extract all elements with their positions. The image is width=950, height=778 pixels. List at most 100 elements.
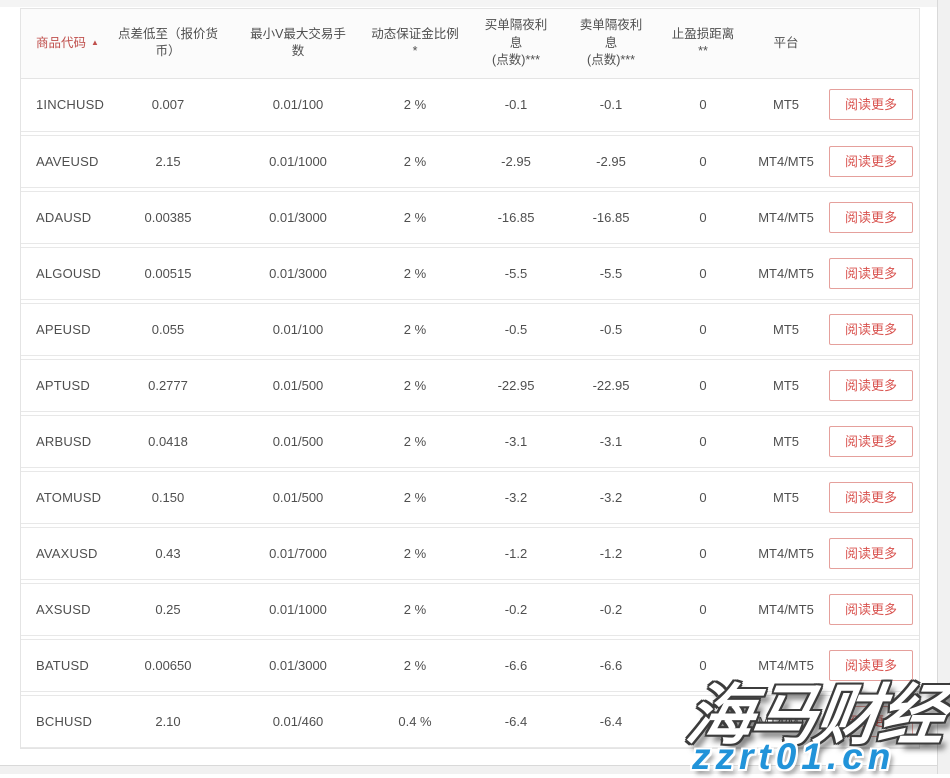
cell-buy-swap: -6.6: [467, 658, 565, 673]
watermark-site-url: zzrt01.cn: [692, 736, 895, 778]
cell-sell-swap: -0.5: [565, 322, 657, 337]
cell-platform: MT5: [749, 97, 823, 112]
cell-symbol: BCHUSD: [21, 714, 103, 729]
read-more-button[interactable]: 阅读更多: [829, 89, 913, 120]
column-header-platform: 平台: [749, 35, 823, 53]
cell-platform: MT4/MT5: [749, 154, 823, 169]
cell-buy-swap: -0.5: [467, 322, 565, 337]
cell-margin: 2 %: [363, 546, 467, 561]
cell-sell-swap: -5.5: [565, 266, 657, 281]
read-more-button[interactable]: 阅读更多: [829, 146, 913, 177]
cell-buy-swap: -3.2: [467, 490, 565, 505]
table-row: AAVEUSD 2.15 0.01/1000 2 % -2.95 -2.95 0…: [21, 135, 919, 188]
cell-lots: 0.01/500: [233, 378, 363, 393]
cell-symbol: BATUSD: [21, 658, 103, 673]
cell-buy-swap: -2.95: [467, 154, 565, 169]
table-row: AXSUSD 0.25 0.01/1000 2 % -0.2 -0.2 0 MT…: [21, 583, 919, 636]
cell-symbol: 1INCHUSD: [21, 97, 103, 112]
cell-platform: MT4/MT5: [749, 210, 823, 225]
read-more-button[interactable]: 阅读更多: [829, 426, 913, 457]
cell-lots: 0.01/3000: [233, 658, 363, 673]
cell-lots: 0.01/500: [233, 490, 363, 505]
cell-platform: MT4/MT5: [749, 266, 823, 281]
cell-sell-swap: -0.1: [565, 97, 657, 112]
column-header-lots: 最小V最大交易手 数: [233, 26, 363, 61]
table-row: 1INCHUSD 0.007 0.01/100 2 % -0.1 -0.1 0 …: [21, 79, 919, 132]
cell-lots: 0.01/100: [233, 322, 363, 337]
instruments-table: 商品代码▲ 点差低至（报价货 币） 最小V最大交易手 数 动态保证金比例 * 买…: [20, 8, 920, 749]
cell-sell-swap: -6.6: [565, 658, 657, 673]
read-more-button[interactable]: 阅读更多: [829, 482, 913, 513]
table-row: AVAXUSD 0.43 0.01/7000 2 % -1.2 -1.2 0 M…: [21, 527, 919, 580]
cell-sl-distance: 0: [657, 97, 749, 112]
read-more-button[interactable]: 阅读更多: [829, 538, 913, 569]
cell-margin: 0.4 %: [363, 714, 467, 729]
cell-buy-swap: -1.2: [467, 546, 565, 561]
cell-margin: 2 %: [363, 210, 467, 225]
cell-lots: 0.01/7000: [233, 546, 363, 561]
read-more-button[interactable]: 阅读更多: [829, 594, 913, 625]
sort-asc-icon: ▲: [91, 38, 99, 47]
cell-margin: 2 %: [363, 658, 467, 673]
cell-sl-distance: 0: [657, 266, 749, 281]
column-header-sell-swap: 卖单隔夜利 息 (点数)***: [565, 17, 657, 70]
cell-platform: MT5: [749, 322, 823, 337]
table-row: ADAUSD 0.00385 0.01/3000 2 % -16.85 -16.…: [21, 191, 919, 244]
column-header-symbol-label: 商品代码: [36, 36, 86, 50]
cell-spread: 0.2777: [103, 378, 233, 393]
table-body: 1INCHUSD 0.007 0.01/100 2 % -0.1 -0.1 0 …: [21, 79, 919, 748]
column-header-symbol[interactable]: 商品代码 ▲: [21, 35, 103, 53]
cell-sl-distance: 0: [657, 210, 749, 225]
cell-symbol: ALGOUSD: [21, 266, 103, 281]
cell-sl-distance: 0: [657, 434, 749, 449]
read-more-button[interactable]: 阅读更多: [829, 370, 913, 401]
cell-margin: 2 %: [363, 322, 467, 337]
cell-margin: 2 %: [363, 378, 467, 393]
table-row: ARBUSD 0.0418 0.01/500 2 % -3.1 -3.1 0 M…: [21, 415, 919, 468]
cell-spread: 0.00385: [103, 210, 233, 225]
cell-spread: 2.10: [103, 714, 233, 729]
cell-sl-distance: 0: [657, 378, 749, 393]
cell-sl-distance: 0: [657, 154, 749, 169]
cell-buy-swap: -22.95: [467, 378, 565, 393]
cell-lots: 0.01/1000: [233, 154, 363, 169]
vertical-scrollbar[interactable]: [937, 0, 950, 774]
cell-sl-distance: 0: [657, 546, 749, 561]
cell-margin: 2 %: [363, 266, 467, 281]
cell-sell-swap: -3.1: [565, 434, 657, 449]
cell-symbol: AVAXUSD: [21, 546, 103, 561]
cell-sell-swap: -3.2: [565, 490, 657, 505]
page-top-divider: [0, 0, 950, 7]
cell-lots: 0.01/500: [233, 434, 363, 449]
cell-buy-swap: -0.2: [467, 602, 565, 617]
cell-lots: 0.01/460: [233, 714, 363, 729]
cell-spread: 0.055: [103, 322, 233, 337]
column-header-margin: 动态保证金比例 *: [363, 26, 467, 61]
cell-buy-swap: -16.85: [467, 210, 565, 225]
cell-spread: 0.00650: [103, 658, 233, 673]
column-header-sl-distance: 止盈损距离 **: [657, 26, 749, 61]
cell-sell-swap: -22.95: [565, 378, 657, 393]
cell-buy-swap: -5.5: [467, 266, 565, 281]
cell-spread: 0.007: [103, 97, 233, 112]
cell-spread: 0.25: [103, 602, 233, 617]
cell-spread: 0.0418: [103, 434, 233, 449]
cell-sell-swap: -6.4: [565, 714, 657, 729]
read-more-button[interactable]: 阅读更多: [829, 314, 913, 345]
cell-sell-swap: -2.95: [565, 154, 657, 169]
read-more-button[interactable]: 阅读更多: [829, 258, 913, 289]
read-more-button[interactable]: 阅读更多: [829, 202, 913, 233]
cell-margin: 2 %: [363, 154, 467, 169]
cell-margin: 2 %: [363, 97, 467, 112]
cell-symbol: ARBUSD: [21, 434, 103, 449]
cell-platform: MT4/MT5: [749, 546, 823, 561]
cell-sell-swap: -0.2: [565, 602, 657, 617]
cell-margin: 2 %: [363, 602, 467, 617]
column-header-spread: 点差低至（报价货 币）: [103, 26, 233, 61]
cell-buy-swap: -3.1: [467, 434, 565, 449]
table-row: ALGOUSD 0.00515 0.01/3000 2 % -5.5 -5.5 …: [21, 247, 919, 300]
cell-symbol: ADAUSD: [21, 210, 103, 225]
cell-symbol: AAVEUSD: [21, 154, 103, 169]
cell-sl-distance: 0: [657, 490, 749, 505]
table-row: APTUSD 0.2777 0.01/500 2 % -22.95 -22.95…: [21, 359, 919, 412]
